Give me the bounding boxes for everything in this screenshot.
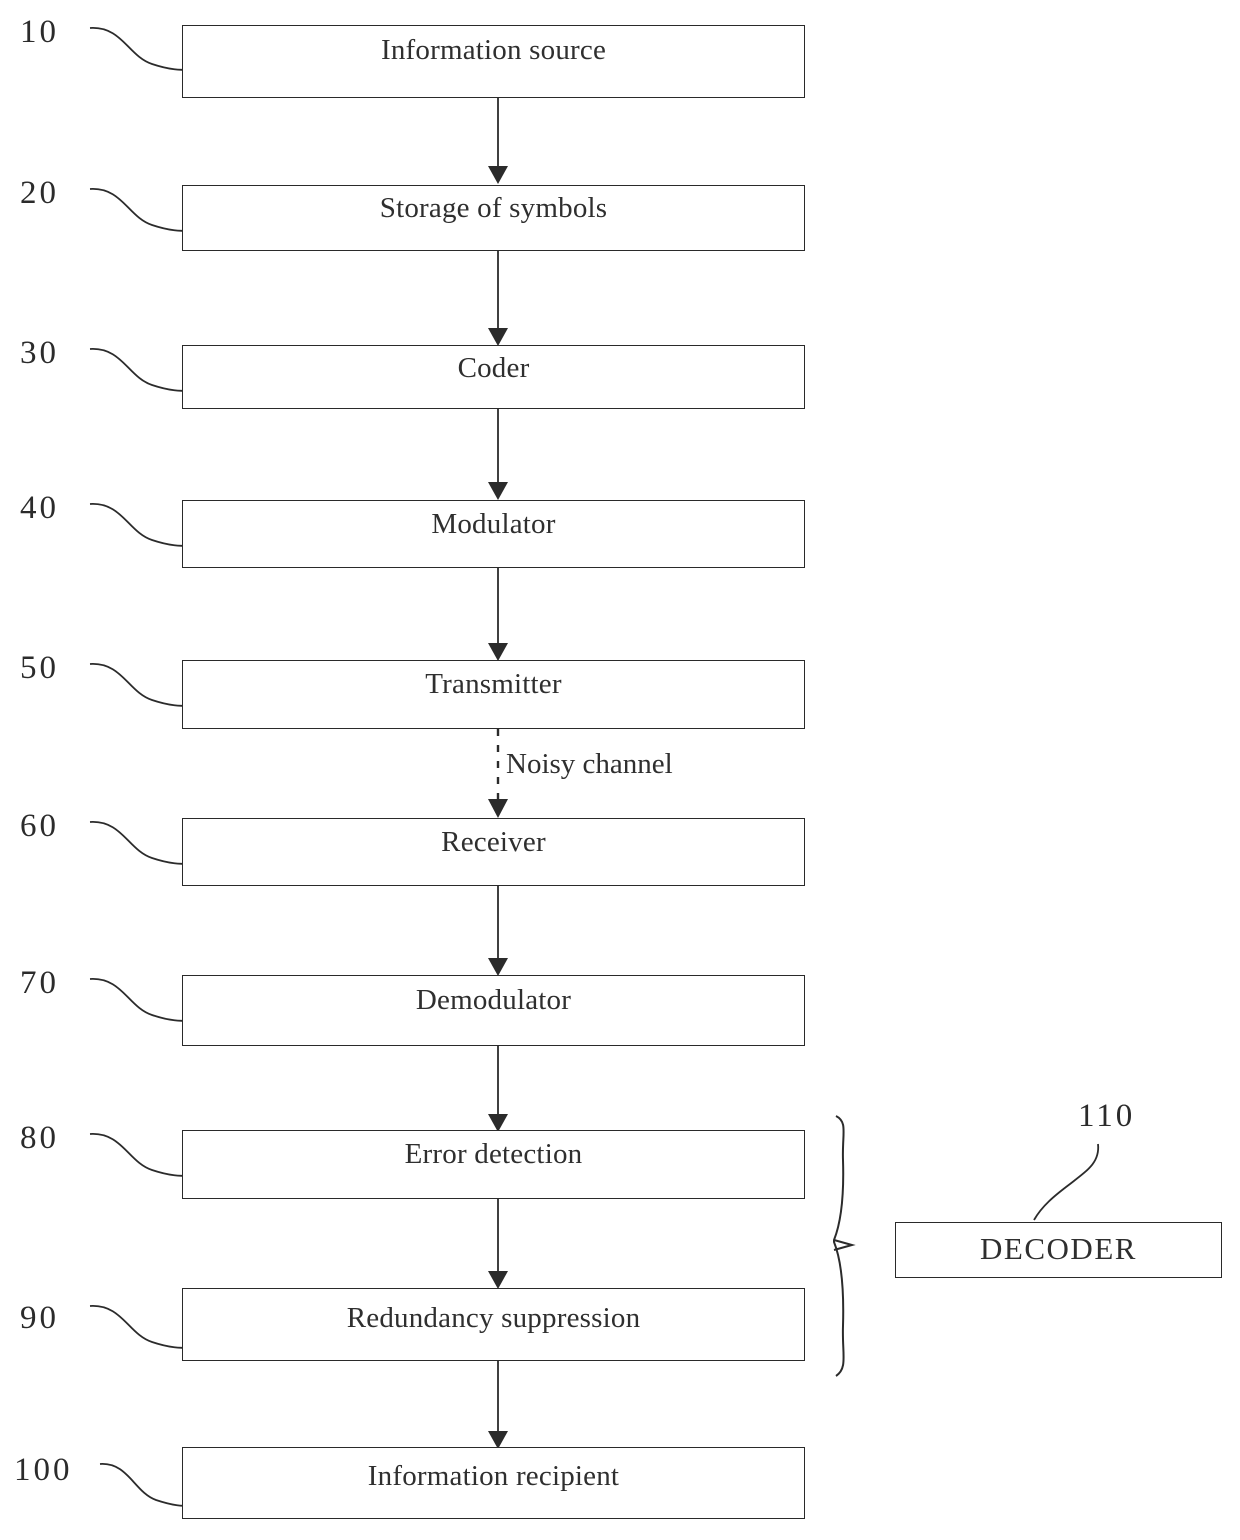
block-label-transmitter: Transmitter — [425, 668, 562, 700]
block-receiver[interactable]: Receiver — [182, 818, 805, 886]
connector-70-to-80 — [488, 1046, 508, 1132]
block-information-source[interactable]: Information source — [182, 25, 805, 98]
reference-numeral-60: 60 — [20, 808, 59, 844]
connector-80-to-90 — [488, 1199, 508, 1289]
block-label-redundancy-suppression: Redundancy suppression — [346, 1302, 641, 1334]
block-transmitter[interactable]: Transmitter — [182, 660, 805, 729]
reference-numeral-70: 70 — [20, 965, 59, 1001]
reference-numeral-100: 100 — [14, 1452, 73, 1488]
block-label-coder: Coder — [457, 352, 530, 384]
reference-numeral-90: 90 — [20, 1300, 59, 1336]
connector-30-to-40 — [488, 409, 508, 500]
reference-numeral-40: 40 — [20, 490, 59, 526]
reference-numeral-30: 30 — [20, 335, 59, 371]
block-label-information-recipient: Information recipient — [367, 1460, 620, 1492]
patent-figure-canvas: 10 Information source 20 Storage of symb… — [0, 0, 1240, 1540]
connector-90-to-100 — [488, 1361, 508, 1449]
leader-line-110 — [1033, 1143, 1100, 1221]
block-demodulator[interactable]: Demodulator — [182, 975, 805, 1046]
connector-20-to-30 — [488, 251, 508, 346]
block-decoder[interactable]: DECODER — [895, 1222, 1222, 1278]
block-label-information-source: Information source — [380, 34, 607, 66]
block-label-decoder: DECODER — [980, 1231, 1137, 1266]
block-label-demodulator: Demodulator — [415, 984, 572, 1016]
decoder-group-brace — [833, 1115, 856, 1377]
block-label-storage-of-symbols: Storage of symbols — [379, 192, 608, 224]
connector-10-to-20 — [488, 98, 508, 184]
reference-numeral-110: 110 — [1078, 1098, 1136, 1134]
connector-40-to-50 — [488, 568, 508, 661]
block-redundancy-suppression[interactable]: Redundancy suppression — [182, 1288, 805, 1361]
block-label-error-detection: Error detection — [404, 1138, 583, 1170]
block-storage-of-symbols[interactable]: Storage of symbols — [182, 185, 805, 251]
connector-60-to-70 — [488, 886, 508, 976]
reference-numeral-10: 10 — [20, 14, 59, 50]
noisy-channel-label: Noisy channel — [506, 748, 673, 780]
reference-numeral-20: 20 — [20, 175, 59, 211]
block-label-receiver: Receiver — [441, 826, 546, 858]
block-modulator[interactable]: Modulator — [182, 500, 805, 568]
block-error-detection[interactable]: Error detection — [182, 1130, 805, 1199]
reference-numeral-80: 80 — [20, 1120, 59, 1156]
block-label-modulator: Modulator — [431, 508, 556, 540]
reference-numeral-50: 50 — [20, 650, 59, 686]
block-information-recipient[interactable]: Information recipient — [182, 1447, 805, 1519]
block-coder[interactable]: Coder — [182, 345, 805, 409]
